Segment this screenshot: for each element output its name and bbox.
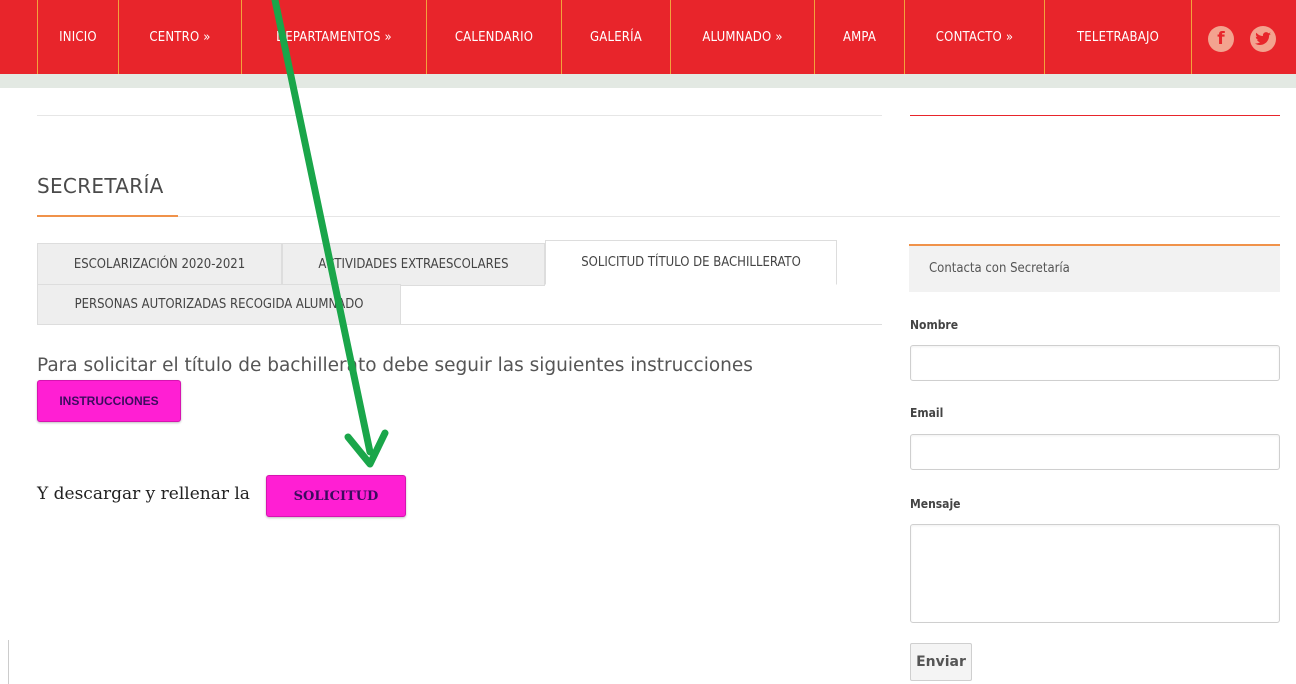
message-label: Mensaje <box>910 497 961 511</box>
contact-box-title: Contacta con Secretaría <box>929 261 1070 276</box>
title-underline <box>37 215 178 217</box>
name-label: Nombre <box>910 318 959 332</box>
email-label: Email <box>910 406 944 420</box>
top-divider <box>37 115 882 116</box>
tab-escolarizacion[interactable]: ESCOLARIZACIÓN 2020-2021 <box>37 243 282 286</box>
title-divider <box>37 216 1280 217</box>
facebook-icon[interactable]: f <box>1208 26 1234 52</box>
nav-item-galeria[interactable]: GALERÍA <box>562 0 671 74</box>
nav-item-teletrabajo[interactable]: TELETRABAJO <box>1045 0 1192 74</box>
send-button[interactable]: Enviar <box>910 643 972 681</box>
contact-box-header: Contacta con Secretaría <box>909 244 1280 292</box>
sidebar-top-rule <box>910 115 1280 116</box>
solicitud-button[interactable]: SOLICITUD <box>266 475 406 517</box>
instructions-button[interactable]: INSTRUCCIONES <box>37 380 181 422</box>
tabs-baseline <box>37 324 882 325</box>
name-field[interactable] <box>910 345 1280 381</box>
tab-personas-autorizadas[interactable]: PERSONAS AUTORIZADAS RECOGIDA ALUMNADO <box>37 284 401 325</box>
twitter-bird-glyph <box>1255 32 1271 45</box>
nav-item-departamentos[interactable]: DEPARTAMENTOS » <box>242 0 427 74</box>
nav-item-ampa[interactable]: AMPA <box>815 0 905 74</box>
email-field[interactable] <box>910 434 1280 470</box>
left-edge-line <box>8 640 9 684</box>
nav-item-calendario[interactable]: CALENDARIO <box>427 0 562 74</box>
nav-item-inicio[interactable]: INICIO <box>37 0 119 74</box>
intro-text: Para solicitar el título de bachillerato… <box>37 355 753 376</box>
main-nav: INICIO CENTRO » DEPARTAMENTOS » CALENDAR… <box>0 0 1296 75</box>
tab-actividades[interactable]: ACTIVIDADES EXTRAESCOLARES <box>282 243 545 286</box>
tab-solicitud-titulo[interactable]: SOLICITUD TÍTULO DE BACHILLERATO <box>545 240 837 285</box>
page-title: SECRETARÍA <box>37 174 164 198</box>
twitter-icon[interactable] <box>1250 26 1276 52</box>
nav-item-contacto[interactable]: CONTACTO » <box>905 0 1045 74</box>
nav-item-alumnado[interactable]: ALUMNADO » <box>671 0 815 74</box>
message-textarea[interactable] <box>910 524 1280 623</box>
download-text: Y descargar y rellenar la <box>37 484 250 504</box>
annotation-arrow-head <box>344 429 389 468</box>
nav-item-centro[interactable]: CENTRO » <box>119 0 242 74</box>
nav-subbar <box>0 74 1296 88</box>
